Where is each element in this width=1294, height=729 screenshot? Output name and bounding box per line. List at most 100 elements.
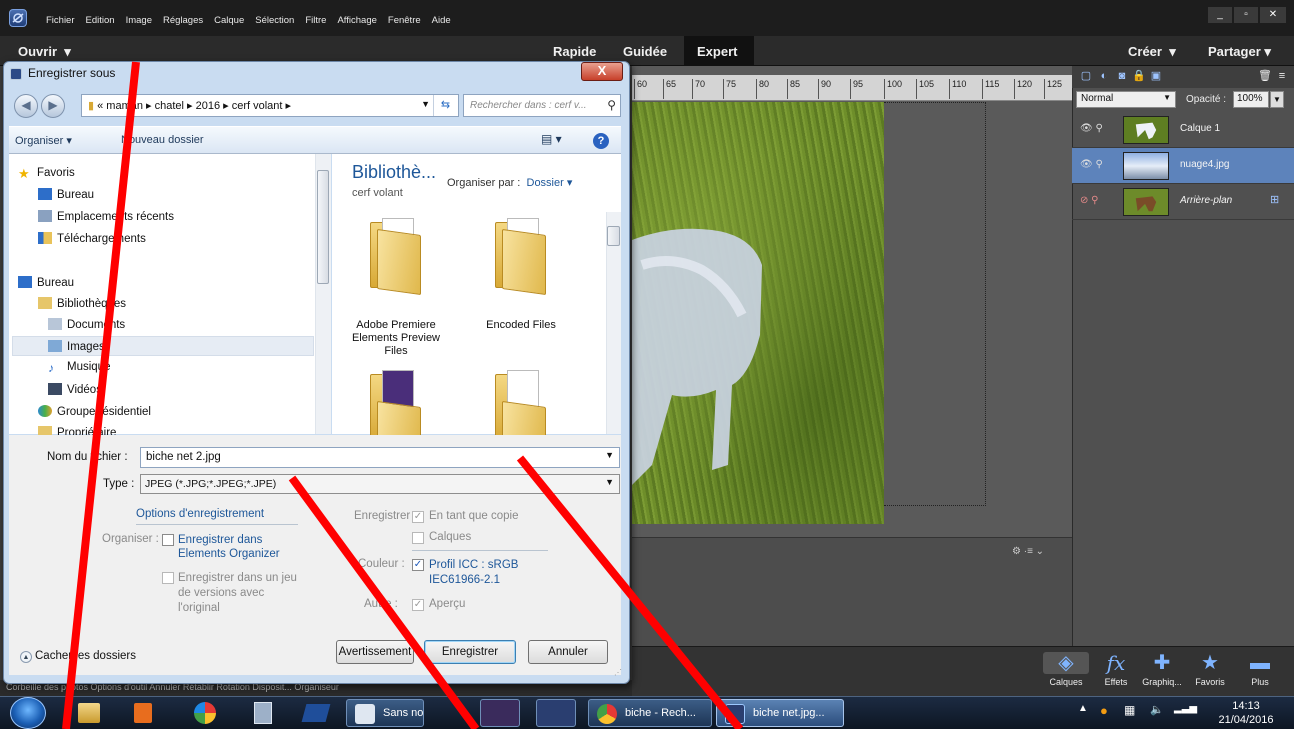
menu-adjustments[interactable]: Réglages [163, 15, 203, 26]
signal-icon[interactable]: ▂▃▅ [1174, 703, 1197, 714]
share-button[interactable]: Partager ▾ [1208, 44, 1271, 60]
save-button[interactable]: Enregistrer [424, 640, 516, 664]
create-button[interactable]: Créer ▾ [1128, 44, 1176, 60]
nav-item-desktop-root[interactable]: Bureau [18, 276, 74, 289]
as-copy-checkbox[interactable]: ✓ [412, 511, 424, 523]
cancel-button[interactable]: Annuler [528, 640, 608, 664]
folder-name[interactable]: Adobe Premiere Elements Preview Files [341, 319, 451, 358]
folder-icon[interactable] [490, 218, 550, 296]
maximize-button[interactable]: ▫ [1234, 7, 1258, 23]
icc-profile-option[interactable]: Profil ICC : sRGB IEC61966-2.1 [429, 558, 539, 588]
media-player-taskbar-icon[interactable] [122, 699, 162, 727]
organizer-checkbox[interactable] [162, 534, 174, 546]
layer-row-selected[interactable]: 👁 ⚲ nuage4.jpg [1072, 148, 1294, 184]
menu-layer[interactable]: Calque [214, 15, 244, 26]
back-button[interactable]: ◀ [14, 94, 38, 118]
nav-scrollbar-thumb[interactable] [317, 170, 329, 284]
nav-item-recent[interactable]: Emplacements récents [38, 210, 174, 223]
clock[interactable]: 14:13 21/04/2016 [1205, 699, 1287, 727]
tray-network-icon[interactable]: ▦ [1124, 703, 1135, 717]
link-icon[interactable]: ▣ [1150, 70, 1162, 82]
menu-selection[interactable]: Sélection [255, 15, 294, 26]
tab-expert[interactable]: Expert [697, 44, 737, 59]
address-dropdown-icon[interactable]: ▼ [421, 99, 430, 109]
elements-organizer-taskbar-icon[interactable] [536, 699, 576, 727]
eye-icon[interactable]: 👁 ⚲ [1080, 159, 1103, 170]
favorites-panel-button[interactable]: ★ Favoris [1187, 652, 1233, 687]
picasa-taskbar-icon[interactable] [184, 699, 224, 727]
open-button[interactable]: Ouvrir ▾ [18, 44, 71, 60]
nav-item-images[interactable]: Images [48, 340, 105, 353]
tray-expand-icon[interactable]: ▲ [1078, 703, 1088, 714]
folder-name[interactable]: Encoded Files [466, 319, 576, 332]
elements-taskbar-icon[interactable] [480, 699, 520, 727]
view-options-icon[interactable]: ▤ ▾ [541, 132, 562, 146]
eye-hidden-icon[interactable]: ⊘ ⚲ [1080, 195, 1098, 206]
icc-profile-checkbox[interactable]: ✓ [412, 559, 424, 571]
dictionary-taskbar-icon[interactable] [296, 699, 336, 727]
nav-item-favorites[interactable]: ★ Favoris [18, 166, 75, 181]
explorer-taskbar-icon[interactable] [68, 699, 108, 727]
nav-item-downloads[interactable]: Téléchargements [38, 232, 146, 245]
folder-with-files-icon[interactable] [490, 370, 550, 448]
lock-icon[interactable]: 🔒 [1132, 70, 1146, 82]
hide-folders-button[interactable]: ▲ Cacher les dossiers [20, 650, 136, 663]
new-folder-button[interactable]: Nouveau dossier [121, 134, 204, 146]
organize-menu[interactable]: Organiser ▾ [15, 134, 72, 147]
minimize-button[interactable]: _ [1208, 7, 1232, 23]
menu-file[interactable]: Fichier [46, 15, 75, 26]
warning-button[interactable]: Avertissement [336, 640, 414, 664]
menu-edit[interactable]: Edition [86, 15, 115, 26]
search-icon[interactable]: ⚲ [607, 98, 616, 112]
menu-image[interactable]: Image [126, 15, 152, 26]
preview-checkbox[interactable]: ✓ [412, 599, 424, 611]
menu-help[interactable]: Aide [432, 15, 451, 26]
menu-filter[interactable]: Filtre [305, 15, 326, 26]
layers-checkbox[interactable] [412, 532, 424, 544]
menu-view[interactable]: Affichage [337, 15, 376, 26]
new-layer-icon[interactable]: ▢ [1080, 70, 1092, 82]
folder-icon[interactable] [365, 218, 425, 296]
opacity-input[interactable]: 100% [1233, 91, 1269, 108]
nav-item-libraries[interactable]: Bibliothèques [38, 297, 126, 310]
layer-row[interactable]: ⊘ ⚲ Arrière-plan ⊞ [1072, 184, 1294, 220]
effects-panel-button[interactable]: fx Effets [1093, 652, 1139, 687]
filename-input[interactable]: biche net 2.jpg ▼ [140, 447, 620, 468]
tab-guidee[interactable]: Guidée [623, 44, 667, 59]
nav-item-homegroup[interactable]: Groupe résidentiel [38, 405, 151, 418]
help-icon[interactable]: ? [593, 133, 609, 149]
taskbar-item[interactable]: biche - Rech... [588, 699, 712, 727]
arrange-by-value[interactable]: Dossier ▾ [527, 177, 573, 189]
resize-grip-icon[interactable]: ⋰ [614, 668, 622, 677]
nav-item-documents[interactable]: Documents [48, 318, 125, 331]
start-button[interactable] [10, 697, 46, 729]
adjustment-layer-icon[interactable]: ◐ [1098, 70, 1110, 82]
layer-row[interactable]: 👁 ⚲ Calque 1 [1072, 112, 1294, 148]
graphics-panel-button[interactable]: ✚ Graphiq... [1139, 652, 1185, 687]
calculator-taskbar-icon[interactable] [242, 699, 282, 727]
search-input[interactable]: Rechercher dans : cerf v... ⚲ [463, 94, 621, 117]
nav-item-videos[interactable]: Vidéos [48, 383, 102, 396]
nav-item-music[interactable]: ♪ Musique [48, 361, 110, 375]
panel-menu-icon[interactable]: ⚙ ·≡ ⌄ [1012, 546, 1044, 557]
dialog-close-button[interactable]: X [581, 62, 623, 81]
more-panel-button[interactable]: ▬ Plus [1237, 652, 1283, 687]
versions-checkbox[interactable] [162, 572, 174, 584]
address-bar[interactable]: ▮ « maman ▸ chatel ▸ 2016 ▸ cerf volant … [81, 94, 459, 117]
file-type-select[interactable]: JPEG (*.JPG;*.JPEG;*.JPE) ▼ [140, 474, 620, 494]
eye-icon[interactable]: 👁 ⚲ [1080, 123, 1103, 134]
close-app-button[interactable]: ✕ [1260, 7, 1286, 23]
tray-app-icon[interactable]: ● [1100, 703, 1108, 718]
taskbar-item[interactable]: Sans nom 1 -... [346, 699, 424, 727]
folder-with-files-icon[interactable] [365, 370, 425, 448]
refresh-icon[interactable]: ⇆ [433, 95, 457, 116]
organizer-option[interactable]: Enregistrer dans Elements Organizer [178, 533, 298, 561]
arrange-by[interactable]: Organiser par : Dossier ▾ [447, 176, 572, 189]
trash-icon[interactable]: 🗑 [1258, 70, 1272, 82]
blend-mode-select[interactable]: Normal ▼ [1076, 91, 1176, 108]
volume-icon[interactable]: 🔈 [1150, 703, 1164, 716]
panel-menu-icon[interactable]: ≡ [1276, 70, 1288, 82]
files-scrollbar-thumb[interactable] [607, 226, 620, 246]
taskbar-item-active[interactable]: biche net.jpg... [716, 699, 844, 727]
layers-panel-button[interactable]: ◈ Calques [1043, 652, 1089, 687]
